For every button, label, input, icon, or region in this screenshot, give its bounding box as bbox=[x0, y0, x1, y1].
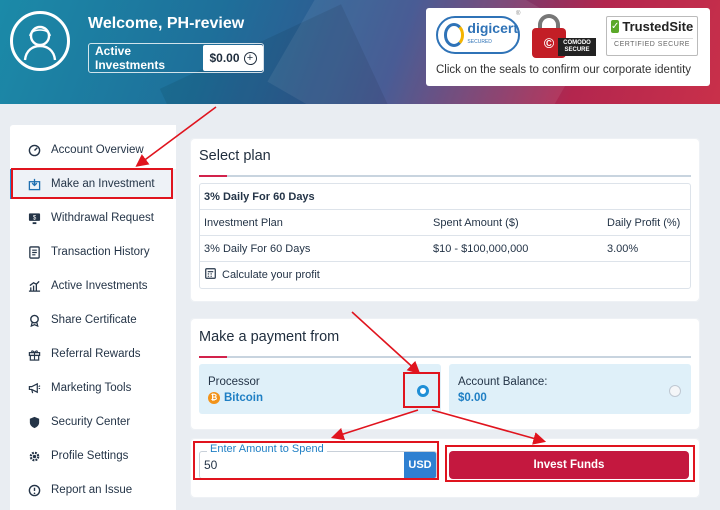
comodo-seal[interactable]: © COMODO SECURE bbox=[530, 14, 596, 58]
sidebar-item-transaction-history[interactable]: Transaction History bbox=[10, 237, 176, 267]
sidebar-nav: Account Overview Make an Investment $ Wi… bbox=[10, 125, 176, 510]
monitor-dollar-icon: $ bbox=[27, 211, 41, 225]
sidebar-item-referral-rewards[interactable]: Referral Rewards bbox=[10, 339, 176, 369]
sidebar-item-report-issue[interactable]: Report an Issue bbox=[10, 475, 176, 505]
payment-title: Make a payment from bbox=[199, 329, 340, 345]
column-investment-plan: Investment Plan bbox=[204, 217, 283, 229]
processor-card[interactable]: Processor ₿ Bitcoin bbox=[199, 364, 441, 414]
plan-table: 3% Daily For 60 Days Investment Plan Spe… bbox=[199, 183, 691, 289]
sidebar-item-marketing-tools[interactable]: Marketing Tools bbox=[10, 373, 176, 403]
row-spent-amount: $10 - $100,000,000 bbox=[433, 243, 529, 255]
bitcoin-icon: ₿ bbox=[208, 392, 220, 404]
gift-icon bbox=[27, 347, 41, 361]
seals-caption: Click on the seals to confirm our corpor… bbox=[436, 64, 692, 76]
plan-table-columns: Investment Plan Spent Amount ($) Daily P… bbox=[200, 210, 690, 236]
balance-label: Account Balance: bbox=[458, 376, 548, 388]
trustedsite-seal[interactable]: ✓ TrustedSite CERTIFIED SECURE bbox=[606, 16, 698, 56]
comodo-label: COMODO SECURE bbox=[558, 38, 596, 56]
currency-usd-addon: USD bbox=[404, 452, 436, 478]
registered-mark: ® bbox=[516, 11, 521, 17]
amount-input[interactable] bbox=[204, 455, 402, 475]
active-investments-summary: Active Investments $0.00 + bbox=[88, 43, 264, 73]
shield-icon bbox=[27, 415, 41, 429]
megaphone-icon bbox=[27, 381, 41, 395]
sidebar-item-make-investment[interactable]: Make an Investment bbox=[10, 169, 176, 199]
plus-circle-icon[interactable]: + bbox=[243, 51, 257, 65]
digicert-seal[interactable]: digicert SECURED bbox=[436, 16, 520, 54]
title-underline bbox=[199, 175, 691, 177]
active-investments-value: $0.00 bbox=[209, 51, 240, 65]
document-list-icon bbox=[27, 245, 41, 259]
digicert-name: digicert bbox=[467, 20, 518, 36]
check-icon: ✓ bbox=[611, 20, 620, 33]
welcome-heading: Welcome, PH-review bbox=[88, 15, 245, 32]
row-plan-name: 3% Daily For 60 Days bbox=[204, 243, 311, 255]
table-row[interactable]: 3% Daily For 60 Days $10 - $100,000,000 … bbox=[200, 236, 690, 262]
security-seals-box: digicert SECURED ® © COMODO SECURE ✓ Trust… bbox=[426, 8, 710, 86]
sidebar-item-profile-settings[interactable]: Profile Settings bbox=[10, 441, 176, 471]
sidebar-item-active-investments[interactable]: Active Investments bbox=[10, 271, 176, 301]
sidebar-item-withdrawal-request[interactable]: $ Withdrawal Request bbox=[10, 203, 176, 233]
active-investments-value-box: $0.00 + bbox=[203, 45, 263, 71]
digicert-logo-icon bbox=[444, 23, 465, 47]
processor-label: Processor bbox=[208, 376, 260, 388]
amount-legend: Enter Amount to Spend bbox=[207, 443, 327, 455]
top-header: Welcome, PH-review Active Investments $0… bbox=[0, 0, 720, 104]
growth-chart-icon bbox=[27, 279, 41, 293]
sidebar-item-security-center[interactable]: Security Center bbox=[10, 407, 176, 437]
calculate-profit-link[interactable]: Calculate your profit bbox=[200, 262, 690, 288]
processor-radio-selected[interactable] bbox=[417, 385, 429, 397]
plan-table-header-row[interactable]: 3% Daily For 60 Days bbox=[200, 184, 690, 210]
sidebar-item-share-certificate[interactable]: Share Certificate bbox=[10, 305, 176, 335]
balance-value: $0.00 bbox=[458, 392, 487, 404]
invest-funds-button[interactable]: Invest Funds bbox=[449, 451, 689, 479]
dashboard-icon bbox=[27, 143, 41, 157]
trustedsite-sub: CERTIFIED SECURE bbox=[611, 38, 693, 48]
calculate-profit-label: Calculate your profit bbox=[222, 269, 320, 281]
payment-title-underline bbox=[199, 356, 691, 358]
row-daily-profit: 3.00% bbox=[607, 243, 639, 255]
account-balance-card[interactable]: Account Balance: $0.00 bbox=[449, 364, 691, 414]
certificate-badge-icon bbox=[27, 313, 41, 327]
trustedsite-name: TrustedSite bbox=[622, 19, 694, 34]
select-plan-title: Select plan bbox=[199, 148, 271, 164]
calculator-icon bbox=[205, 268, 216, 282]
user-avatar-icon[interactable] bbox=[10, 11, 70, 71]
balance-radio[interactable] bbox=[669, 385, 681, 397]
digicert-sub: SECURED bbox=[467, 39, 492, 45]
active-investments-label: Active Investments bbox=[95, 44, 166, 72]
alert-circle-icon bbox=[27, 483, 41, 497]
plan-name: 3% Daily For 60 Days bbox=[204, 191, 315, 203]
sidebar-item-account-overview[interactable]: Account Overview bbox=[10, 135, 176, 165]
processor-value: Bitcoin bbox=[224, 392, 263, 404]
download-box-icon bbox=[27, 177, 41, 191]
amount-field-wrapper: USD bbox=[199, 451, 437, 479]
gear-icon bbox=[27, 449, 41, 463]
column-daily-profit: Daily Profit (%) bbox=[607, 217, 681, 229]
column-spent-amount: Spent Amount ($) bbox=[433, 217, 519, 229]
